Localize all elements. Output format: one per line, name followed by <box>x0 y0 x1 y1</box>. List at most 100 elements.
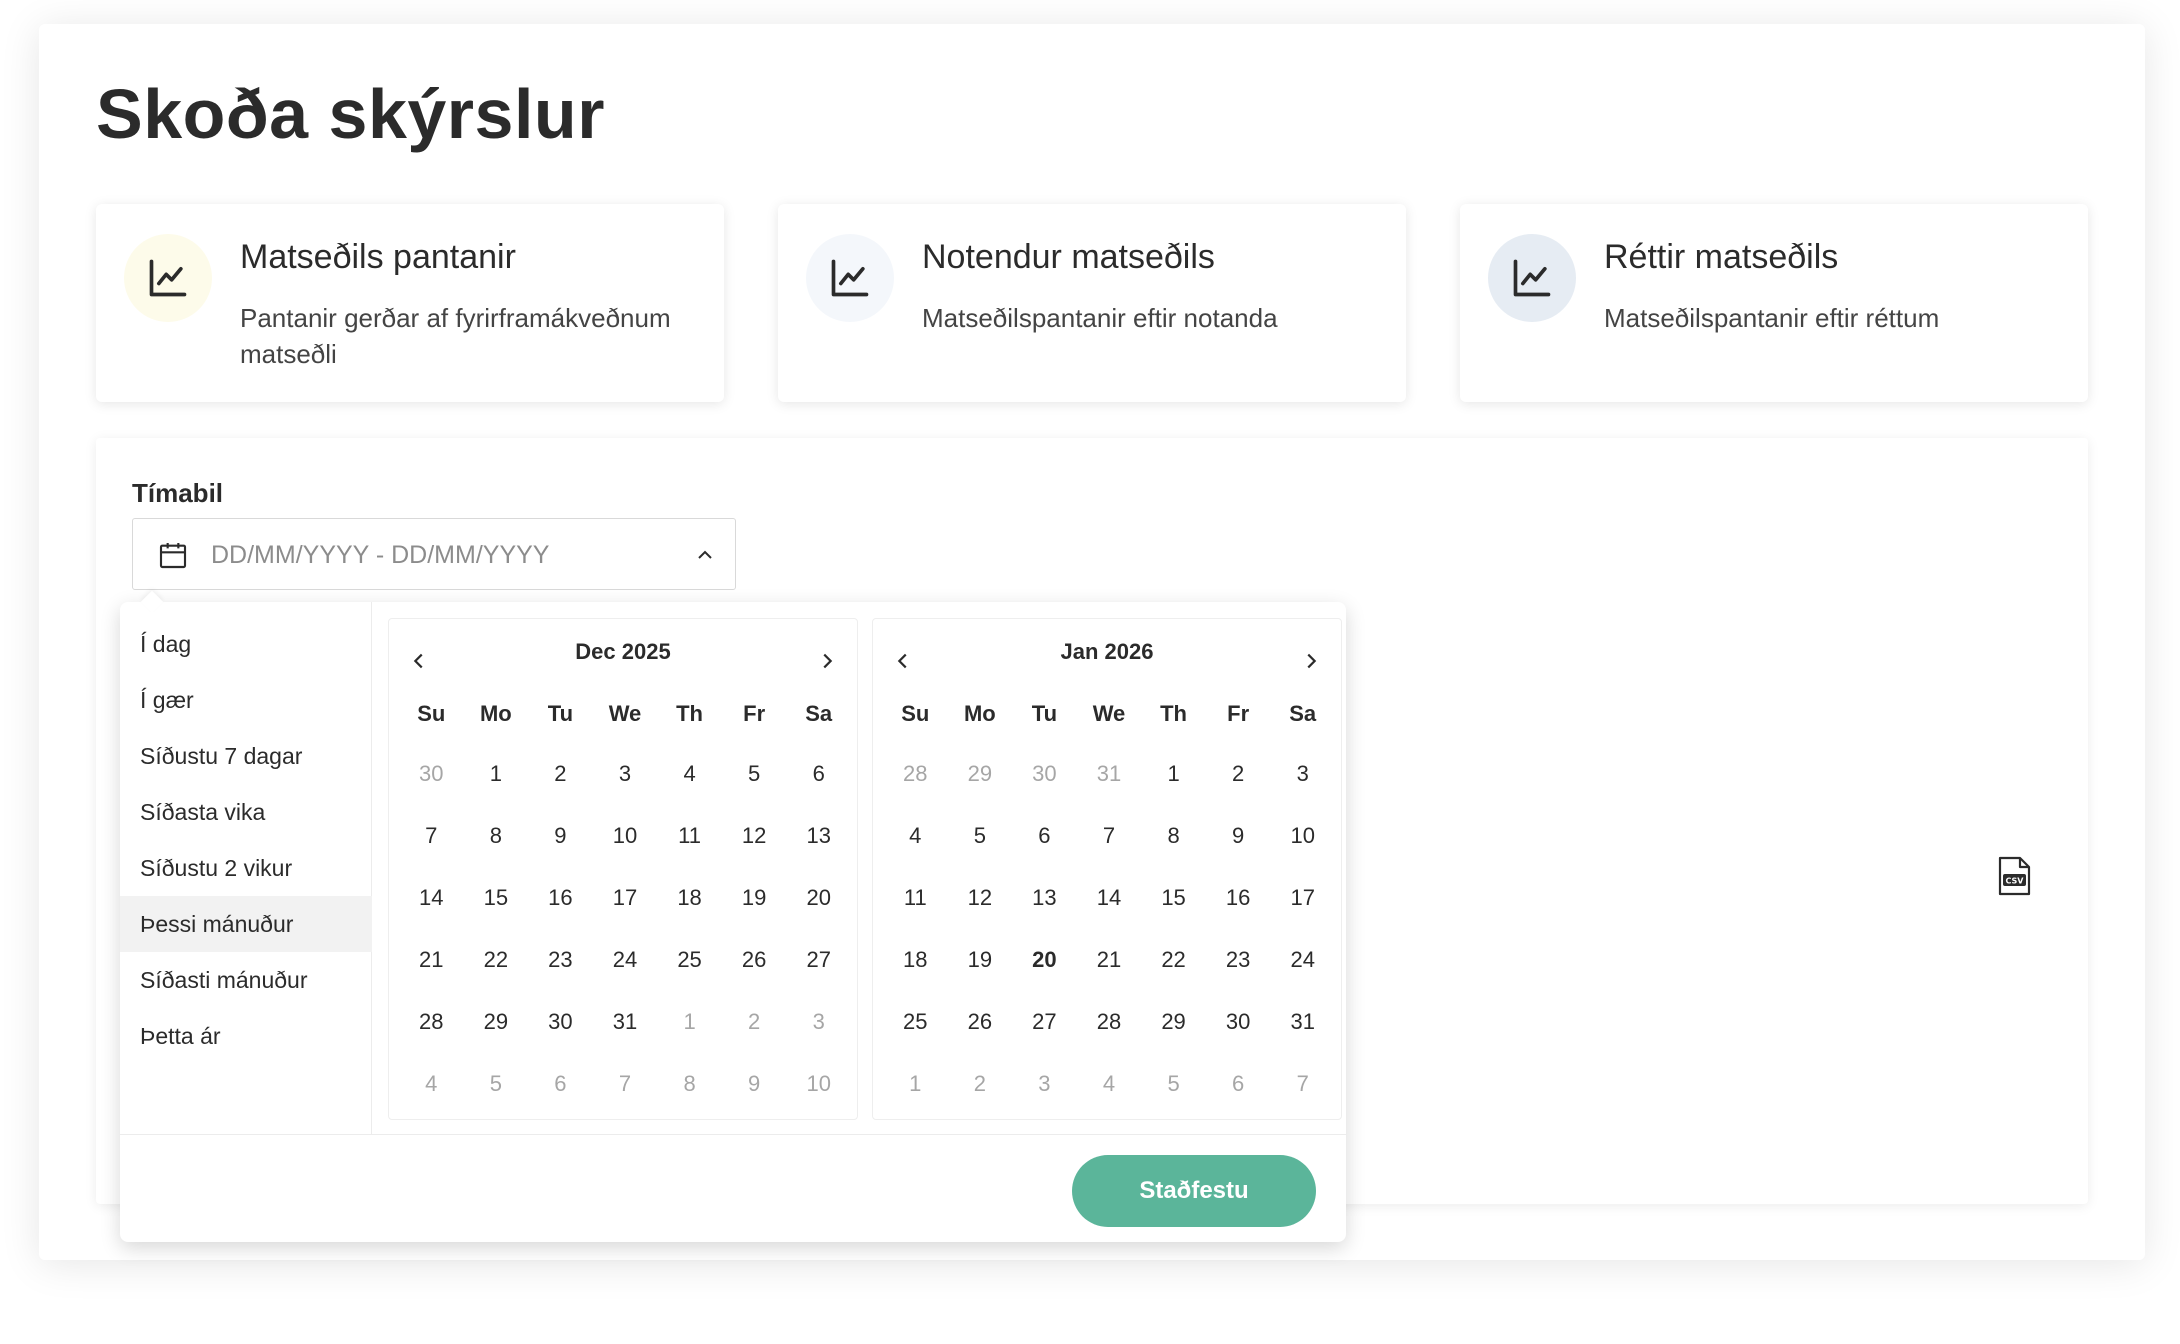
preset-item[interactable]: Þessi mánuður <box>120 896 372 952</box>
day-cell[interactable]: 25 <box>657 929 722 991</box>
preset-item[interactable]: Í dag <box>120 616 372 672</box>
day-cell[interactable]: 12 <box>948 867 1013 929</box>
day-cell[interactable]: 6 <box>1206 1053 1271 1115</box>
day-cell[interactable]: 3 <box>1012 1053 1077 1115</box>
day-cell[interactable]: 5 <box>1141 1053 1206 1115</box>
day-cell[interactable]: 4 <box>1077 1053 1142 1115</box>
day-cell[interactable]: 3 <box>786 991 851 1053</box>
preset-item[interactable]: Í gær <box>120 672 372 728</box>
day-cell[interactable]: 27 <box>1012 991 1077 1053</box>
day-cell[interactable]: 2 <box>948 1053 1013 1115</box>
report-card-menu-users[interactable]: Notendur matseðils Matseðilspantanir eft… <box>778 204 1406 402</box>
day-cell[interactable]: 17 <box>1270 867 1335 929</box>
day-cell[interactable]: 5 <box>722 743 787 805</box>
date-range-input[interactable]: DD/MM/YYYY - DD/MM/YYYY <box>132 518 736 590</box>
day-cell[interactable]: 1 <box>883 1053 948 1115</box>
day-cell[interactable]: 24 <box>1270 929 1335 991</box>
day-cell[interactable]: 8 <box>657 1053 722 1115</box>
day-cell[interactable]: 10 <box>1270 805 1335 867</box>
day-cell[interactable]: 26 <box>722 929 787 991</box>
day-cell[interactable]: 23 <box>1206 929 1271 991</box>
day-cell[interactable]: 4 <box>657 743 722 805</box>
day-cell[interactable]: 29 <box>464 991 529 1053</box>
day-cell[interactable]: 19 <box>948 929 1013 991</box>
day-cell[interactable]: 10 <box>786 1053 851 1115</box>
day-cell[interactable]: 2 <box>1206 743 1271 805</box>
report-card-menu-dishes[interactable]: Réttir matseðils Matseðilspantanir eftir… <box>1460 204 2088 402</box>
confirm-button[interactable]: Staðfestu <box>1072 1155 1316 1227</box>
csv-export-icon[interactable]: CSV <box>1996 856 2032 901</box>
day-cell[interactable]: 4 <box>883 805 948 867</box>
day-cell[interactable]: 18 <box>657 867 722 929</box>
day-cell[interactable]: 30 <box>1012 743 1077 805</box>
day-cell[interactable]: 29 <box>948 743 1013 805</box>
preset-item[interactable]: Síðustu 7 dagar <box>120 728 372 784</box>
day-cell[interactable]: 30 <box>399 743 464 805</box>
next-month-icon[interactable] <box>1297 647 1325 675</box>
day-cell[interactable]: 31 <box>1270 991 1335 1053</box>
day-cell[interactable]: 28 <box>399 991 464 1053</box>
day-cell-today[interactable]: 20 <box>1012 929 1077 991</box>
day-cell[interactable]: 7 <box>399 805 464 867</box>
day-cell[interactable]: 31 <box>1077 743 1142 805</box>
day-cell[interactable]: 21 <box>399 929 464 991</box>
day-cell[interactable]: 2 <box>528 743 593 805</box>
day-cell[interactable]: 3 <box>1270 743 1335 805</box>
day-cell[interactable]: 4 <box>399 1053 464 1115</box>
day-cell[interactable]: 30 <box>528 991 593 1053</box>
day-cell[interactable]: 25 <box>883 991 948 1053</box>
day-cell[interactable]: 7 <box>593 1053 658 1115</box>
day-cell[interactable]: 7 <box>1270 1053 1335 1115</box>
day-cell[interactable]: 28 <box>883 743 948 805</box>
chevron-up-icon[interactable] <box>693 543 717 572</box>
day-cell[interactable]: 15 <box>464 867 529 929</box>
next-month-icon[interactable] <box>813 647 841 675</box>
day-cell[interactable]: 22 <box>464 929 529 991</box>
day-cell[interactable]: 2 <box>722 991 787 1053</box>
day-cell[interactable]: 6 <box>528 1053 593 1115</box>
day-cell[interactable]: 14 <box>1077 867 1142 929</box>
day-cell[interactable]: 20 <box>786 867 851 929</box>
day-cell[interactable]: 18 <box>883 929 948 991</box>
day-cell[interactable]: 14 <box>399 867 464 929</box>
day-cell[interactable]: 1 <box>1141 743 1206 805</box>
day-cell[interactable]: 19 <box>722 867 787 929</box>
day-cell[interactable]: 13 <box>1012 867 1077 929</box>
day-cell[interactable]: 7 <box>1077 805 1142 867</box>
day-cell[interactable]: 31 <box>593 991 658 1053</box>
day-cell[interactable]: 26 <box>948 991 1013 1053</box>
day-cell[interactable]: 1 <box>464 743 529 805</box>
day-cell[interactable]: 9 <box>722 1053 787 1115</box>
day-cell[interactable]: 16 <box>1206 867 1271 929</box>
day-cell[interactable]: 6 <box>1012 805 1077 867</box>
day-cell[interactable]: 22 <box>1141 929 1206 991</box>
day-cell[interactable]: 17 <box>593 867 658 929</box>
day-cell[interactable]: 21 <box>1077 929 1142 991</box>
preset-item[interactable]: Þetta ár <box>120 1008 372 1064</box>
day-cell[interactable]: 9 <box>1206 805 1271 867</box>
day-cell[interactable]: 5 <box>464 1053 529 1115</box>
day-cell[interactable]: 24 <box>593 929 658 991</box>
day-cell[interactable]: 1 <box>657 991 722 1053</box>
day-cell[interactable]: 3 <box>593 743 658 805</box>
day-cell[interactable]: 13 <box>786 805 851 867</box>
day-cell[interactable]: 5 <box>948 805 1013 867</box>
day-cell[interactable]: 16 <box>528 867 593 929</box>
day-cell[interactable]: 11 <box>657 805 722 867</box>
preset-item[interactable]: Síðasti mánuður <box>120 952 372 1008</box>
report-card-menu-orders[interactable]: Matseðils pantanir Pantanir gerðar af fy… <box>96 204 724 402</box>
day-cell[interactable]: 23 <box>528 929 593 991</box>
day-cell[interactable]: 10 <box>593 805 658 867</box>
day-cell[interactable]: 29 <box>1141 991 1206 1053</box>
day-cell[interactable]: 30 <box>1206 991 1271 1053</box>
day-cell[interactable]: 8 <box>1141 805 1206 867</box>
preset-item[interactable]: Síðasta vika <box>120 784 372 840</box>
day-cell[interactable]: 12 <box>722 805 787 867</box>
day-cell[interactable]: 11 <box>883 867 948 929</box>
day-cell[interactable]: 27 <box>786 929 851 991</box>
day-cell[interactable]: 28 <box>1077 991 1142 1053</box>
preset-item[interactable]: Síðustu 2 vikur <box>120 840 372 896</box>
day-cell[interactable]: 15 <box>1141 867 1206 929</box>
day-cell[interactable]: 9 <box>528 805 593 867</box>
day-cell[interactable]: 6 <box>786 743 851 805</box>
